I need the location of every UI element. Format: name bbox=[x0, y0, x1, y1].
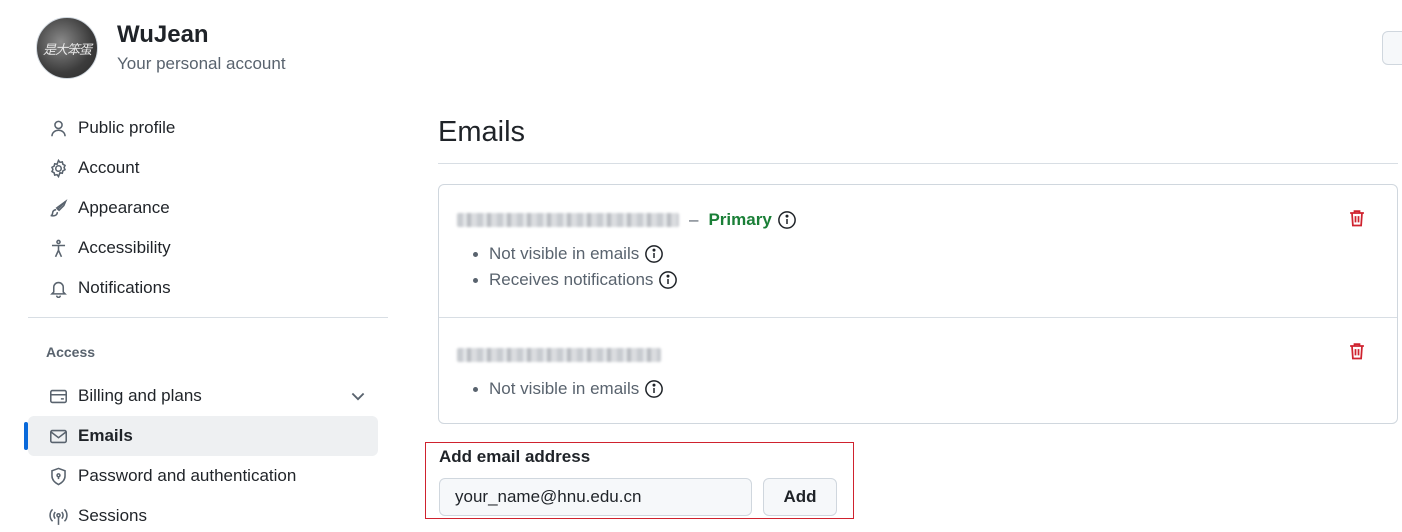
title-divider bbox=[438, 163, 1398, 164]
email-details-list: Not visible in emails bbox=[457, 376, 1379, 402]
bell-icon bbox=[48, 278, 68, 298]
add-email-input[interactable] bbox=[439, 478, 752, 516]
mail-icon bbox=[48, 426, 68, 446]
email-address-line: – Primary bbox=[457, 207, 1379, 233]
sidebar-item-accessibility[interactable]: Accessibility bbox=[28, 228, 378, 268]
email-visibility-status: Not visible in emails bbox=[489, 244, 640, 263]
delete-email-trash-icon[interactable] bbox=[1347, 340, 1367, 362]
paintbrush-icon bbox=[48, 198, 68, 218]
info-icon[interactable] bbox=[777, 210, 797, 230]
sidebar-item-label: Sessions bbox=[78, 506, 147, 525]
sidebar-item-label: Billing and plans bbox=[78, 386, 202, 405]
accessibility-icon bbox=[48, 238, 68, 258]
email-visibility-status: Not visible in emails bbox=[489, 379, 640, 398]
sidebar-item-label: Password and authentication bbox=[78, 466, 297, 485]
sidebar-item-label: Public profile bbox=[78, 118, 176, 137]
email-address-line bbox=[457, 342, 1379, 368]
sidebar-item-password[interactable]: Password and authentication bbox=[28, 456, 378, 496]
info-icon[interactable] bbox=[658, 270, 678, 290]
email-details-list: Not visible in emails Receives notificat… bbox=[457, 241, 1379, 293]
emails-settings-main: Emails – Primary Not visible in emails R… bbox=[438, 110, 1398, 424]
person-icon bbox=[48, 118, 68, 138]
sidebar-divider bbox=[28, 317, 388, 318]
gear-icon bbox=[48, 158, 68, 178]
info-icon[interactable] bbox=[644, 244, 664, 264]
add-email-label: Add email address bbox=[439, 447, 591, 466]
redacted-email-address bbox=[457, 348, 661, 362]
shield-lock-icon bbox=[48, 466, 68, 486]
delete-email-trash-icon[interactable] bbox=[1347, 207, 1367, 229]
account-name[interactable]: WuJean bbox=[117, 20, 286, 50]
chevron-down-icon[interactable] bbox=[348, 386, 368, 406]
account-subtitle: Your personal account bbox=[117, 54, 286, 73]
email-list: – Primary Not visible in emails Receives… bbox=[438, 184, 1398, 424]
page-title: Emails bbox=[438, 116, 526, 148]
sidebar-item-label: Appearance bbox=[78, 198, 170, 217]
sidebar-item-public-profile[interactable]: Public profile bbox=[28, 108, 378, 148]
list-item: Receives notifications bbox=[473, 267, 1379, 293]
info-icon[interactable] bbox=[644, 379, 664, 399]
account-header-text: WuJean Your personal account bbox=[117, 20, 286, 76]
add-email-button[interactable]: Add bbox=[763, 478, 837, 516]
redacted-email-address bbox=[457, 213, 679, 227]
sidebar-item-label: Notifications bbox=[78, 278, 171, 297]
sidebar-item-appearance[interactable]: Appearance bbox=[28, 188, 378, 228]
primary-badge: Primary bbox=[708, 210, 772, 229]
go-to-profile-button[interactable] bbox=[1382, 31, 1402, 65]
sidebar-item-label: Account bbox=[78, 158, 140, 177]
credit-card-icon bbox=[48, 386, 68, 406]
email-entry-secondary: Not visible in emails bbox=[439, 317, 1397, 423]
add-email-form: Add email address Add bbox=[425, 442, 854, 519]
list-item: Not visible in emails bbox=[473, 241, 1379, 267]
sidebar-item-notifications[interactable]: Notifications bbox=[28, 268, 378, 308]
separator-dash: – bbox=[689, 210, 699, 229]
sidebar-item-sessions[interactable]: Sessions bbox=[28, 496, 378, 532]
sidebar-item-label: Accessibility bbox=[78, 238, 171, 257]
account-header: 是大笨蛋 WuJean Your personal account bbox=[36, 17, 286, 79]
list-item: Not visible in emails bbox=[473, 376, 1379, 402]
sidebar-item-account[interactable]: Account bbox=[28, 148, 378, 188]
avatar[interactable]: 是大笨蛋 bbox=[36, 17, 98, 79]
sidebar-item-label: Emails bbox=[78, 426, 133, 445]
sidebar-section-access: Access bbox=[46, 344, 96, 360]
sidebar-item-billing[interactable]: Billing and plans bbox=[28, 376, 378, 416]
broadcast-icon bbox=[48, 506, 68, 526]
settings-sidebar: Public profile Account Appearance Access… bbox=[24, 108, 388, 532]
email-entry-primary: – Primary Not visible in emails Receives… bbox=[439, 185, 1397, 317]
email-notifications-status: Receives notifications bbox=[489, 270, 654, 289]
sidebar-item-emails[interactable]: Emails bbox=[24, 416, 378, 456]
